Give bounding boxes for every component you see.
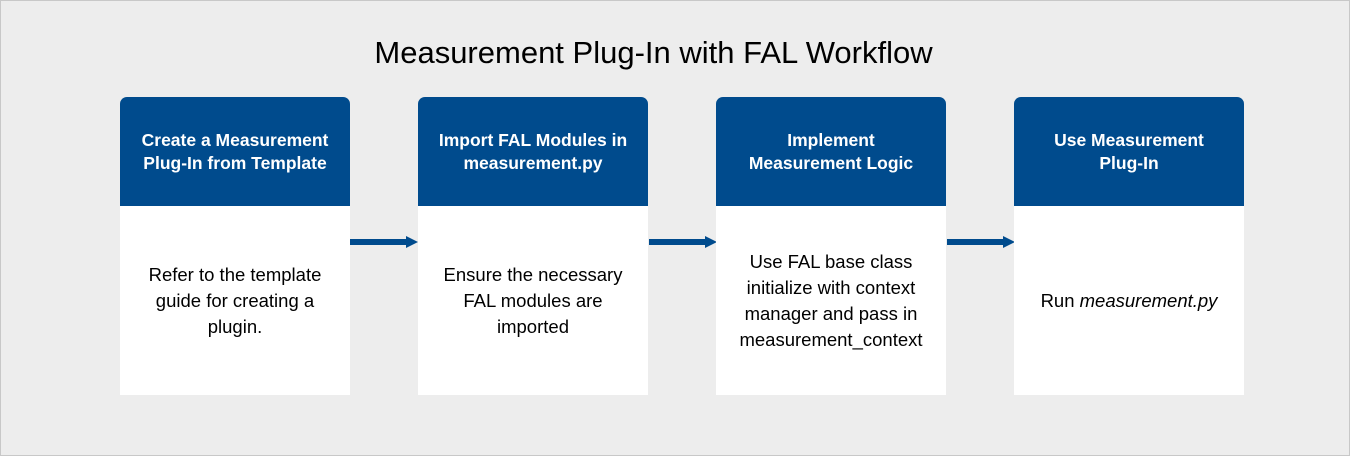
step-header-text: Import FAL Modules in measurement.py (438, 129, 628, 173)
step-header-text: Implement Measurement Logic (748, 129, 914, 173)
step-header: Import FAL Modules in measurement.py (418, 97, 648, 206)
step-body-filename: measurement.py (1079, 289, 1218, 311)
step-header-text: Use Measurement Plug-In (1054, 129, 1204, 173)
diagram-title: Measurement Plug-In with FAL Workflow (374, 35, 933, 70)
step-import-fal-modules: Import FAL Modules in measurement.py Ens… (418, 97, 648, 395)
step-header-text: Create a Measurement Plug-In from Templa… (141, 129, 329, 173)
step-implement-logic: Implement Measurement Logic Use FAL base… (716, 97, 946, 395)
step-header: Implement Measurement Logic (716, 97, 946, 206)
step-use-plugin: Use Measurement Plug-In Run measurement.… (1014, 97, 1244, 395)
arrow-right-icon (350, 236, 418, 248)
step-body-text: Ensure the necessary FAL modules are imp… (443, 263, 623, 337)
step-body: Use FAL base class initialize with conte… (716, 206, 946, 395)
step-body: Ensure the necessary FAL modules are imp… (418, 206, 648, 395)
step-header: Use Measurement Plug-In (1014, 97, 1244, 206)
step-create-plugin: Create a Measurement Plug-In from Templa… (120, 97, 350, 395)
step-body: Run measurement.py (1014, 206, 1244, 395)
step-body: Refer to the template guide for creating… (120, 206, 350, 395)
step-body-text: Run measurement.py (1022, 288, 1237, 314)
step-header: Create a Measurement Plug-In from Templa… (120, 97, 350, 206)
step-body-text: Use FAL base class initialize with conte… (739, 250, 923, 350)
arrow-right-icon (649, 236, 717, 248)
arrow-right-icon (947, 236, 1015, 248)
step-body-prefix: Run (1040, 289, 1080, 311)
step-body-text: Refer to the template guide for creating… (148, 263, 322, 337)
diagram-frame: Measurement Plug-In with FAL Workflow Cr… (0, 0, 1350, 456)
